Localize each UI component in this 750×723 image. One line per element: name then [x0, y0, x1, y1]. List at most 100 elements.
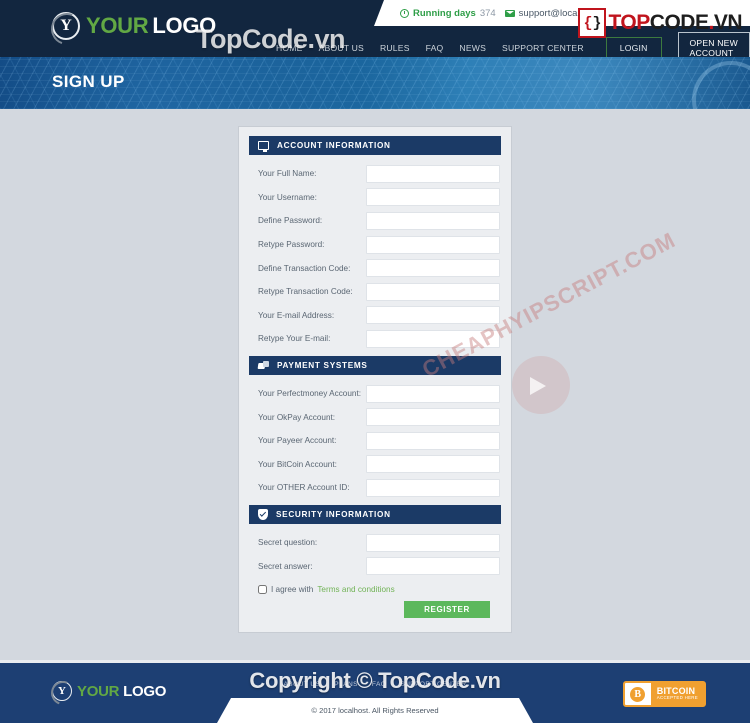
- footer-logo-text-logo: LOGO: [123, 682, 167, 700]
- field-label-define-password: Define Password:: [258, 216, 323, 226]
- login-button[interactable]: LOGIN: [605, 37, 662, 59]
- field-row: Define Password:: [249, 209, 501, 233]
- email-address-input[interactable]: [366, 306, 500, 325]
- full-name-input[interactable]: [366, 164, 500, 183]
- page-title: SIGN UP: [52, 72, 125, 91]
- footer-logo[interactable]: Y YOUR LOGO: [52, 681, 166, 701]
- okpay-account-input[interactable]: [366, 408, 500, 427]
- footer-nav-item-faq[interactable]: FAQ: [372, 681, 386, 688]
- bitcoin-badge-line2: ACCEPTED HERE: [656, 695, 698, 701]
- section-header-security-information: SECURITY INFORMATION: [249, 504, 501, 524]
- running-days-label: Running days: [413, 7, 476, 19]
- nav-item-news[interactable]: NEWS: [459, 43, 486, 53]
- retype-password-input[interactable]: [366, 235, 500, 254]
- field-label-retype-transaction-code: Retype Transaction Code:: [258, 287, 353, 297]
- field-label-username: Your Username:: [258, 192, 317, 202]
- site-header: Running days 374 support@localhost Y YOU…: [0, 0, 750, 64]
- nav-item-rules[interactable]: RULES: [380, 43, 410, 53]
- nav-item-home[interactable]: HOME: [276, 43, 303, 53]
- register-button-wrap: REGISTER: [249, 600, 501, 618]
- field-label-secret-question: Secret question:: [258, 538, 318, 548]
- field-group-security-information: Secret question: Secret answer:: [249, 524, 501, 583]
- bitcoin-coin-icon: B: [624, 683, 651, 705]
- field-label-other-account: Your OTHER Account ID:: [258, 483, 350, 493]
- payeer-account-input[interactable]: [366, 431, 500, 450]
- nav-item-support-center[interactable]: SUPPORT CENTER: [502, 43, 584, 53]
- footer-nav-item-plans[interactable]: PLANS: [334, 681, 358, 688]
- site-footer: Y YOUR LOGO ABOUT US PLANS FAQ SUPPORT CE…: [0, 660, 750, 723]
- running-days-value: 374: [479, 7, 496, 19]
- logo-text-logo: LOGO: [152, 13, 216, 38]
- secret-answer-input[interactable]: [366, 557, 500, 576]
- section-header-payment-systems: PAYMENT SYSTEMS: [249, 355, 501, 375]
- field-row: Your Full Name:: [249, 162, 501, 186]
- perfectmoney-account-input[interactable]: [366, 384, 500, 403]
- footer-nav: ABOUT US PLANS FAQ SUPPORT CENTER: [284, 681, 467, 688]
- field-row: Secret question:: [249, 531, 501, 555]
- bitcoin-badge-text: BITCOIN ACCEPTED HERE: [651, 686, 704, 701]
- username-input[interactable]: [366, 188, 500, 207]
- logo-mark-letter: Y: [60, 17, 72, 34]
- field-row: Your Username:: [249, 186, 501, 210]
- define-password-input[interactable]: [366, 211, 500, 230]
- logo-text-your: YOUR: [86, 13, 149, 38]
- register-button[interactable]: REGISTER: [404, 600, 490, 618]
- footer-nav-item-about-us[interactable]: ABOUT US: [284, 681, 321, 688]
- footer-logo-text: YOUR LOGO: [77, 683, 166, 700]
- footer-nav-item-support-center[interactable]: SUPPORT CENTER: [400, 681, 466, 688]
- topcode-wordmark: TOPCODE.VN: [608, 11, 742, 35]
- section-header-account-information: ACCOUNT INFORMATION: [249, 136, 501, 155]
- terms-agree-label: I agree with: [271, 584, 314, 594]
- site-logo[interactable]: Y YOUR LOGO: [52, 12, 216, 40]
- field-label-okpay: Your OkPay Account:: [258, 412, 336, 422]
- field-label-secret-answer: Secret answer:: [258, 561, 313, 571]
- topcode-word-vn: VN: [713, 11, 743, 34]
- nav-item-about-us[interactable]: ABOUT US: [319, 43, 364, 53]
- logo-text: YOUR LOGO: [86, 13, 216, 39]
- cards-icon: [258, 360, 269, 370]
- bitcoin-accepted-badge: B BITCOIN ACCEPTED HERE: [622, 681, 706, 707]
- secret-question-input[interactable]: [366, 533, 500, 552]
- monitor-icon: [258, 141, 269, 152]
- signup-page: Running days 374 support@localhost Y YOU…: [0, 0, 750, 723]
- field-row: Your Perfectmoney Account:: [249, 382, 501, 406]
- signup-form-panel: ACCOUNT INFORMATION Your Full Name: Your…: [238, 126, 512, 633]
- shield-icon: [258, 508, 268, 520]
- bitcoin-symbol: B: [630, 686, 646, 702]
- footer-copyright-notch: © 2017 localhost. All Rights Reserved: [217, 698, 533, 723]
- section-title-payment-systems: PAYMENT SYSTEMS: [277, 360, 368, 370]
- field-label-retype-password: Retype Password:: [258, 240, 325, 250]
- bitcoin-account-input[interactable]: [366, 455, 500, 474]
- field-row: Your Payeer Account:: [249, 429, 501, 453]
- mail-icon: [504, 9, 515, 17]
- terms-and-conditions-link[interactable]: Terms and conditions: [317, 585, 394, 594]
- section-title-security-information: SECURITY INFORMATION: [276, 509, 391, 519]
- field-label-payeer: Your Payeer Account:: [258, 436, 337, 446]
- topcode-brace-left: {: [583, 14, 593, 32]
- retype-transaction-code-input[interactable]: [366, 282, 500, 301]
- retype-email-input[interactable]: [366, 329, 500, 348]
- topcode-word-top: TOP: [608, 11, 650, 34]
- logo-circle-icon: Y: [52, 12, 80, 40]
- field-row: Your E-mail Address:: [249, 304, 501, 328]
- field-row: Your OTHER Account ID:: [249, 476, 501, 500]
- field-label-retype-email: Retype Your E-mail:: [258, 334, 331, 344]
- page-banner: SIGN UP: [0, 57, 750, 109]
- terms-agree-checkbox[interactable]: [258, 584, 267, 594]
- footer-logo-mark-letter: Y: [58, 684, 66, 697]
- footer-logo-circle-icon: Y: [52, 681, 72, 701]
- topcode-brace-icon: {}: [578, 8, 607, 38]
- topcode-brace-right: }: [592, 14, 602, 32]
- field-row: Retype Password:: [249, 233, 501, 257]
- running-days-group: Running days 374: [400, 8, 496, 19]
- nav-item-faq[interactable]: FAQ: [426, 43, 444, 53]
- clock-icon: [400, 8, 409, 18]
- field-label-full-name: Your Full Name:: [258, 169, 317, 179]
- terms-agreement-row: I agree with Terms and conditions: [249, 584, 501, 594]
- copyright-text: © 2017 localhost. All Rights Reserved: [311, 706, 439, 715]
- other-account-id-input[interactable]: [366, 478, 500, 497]
- define-transaction-code-input[interactable]: [366, 259, 500, 278]
- field-label-bitcoin: Your BitCoin Account:: [258, 459, 337, 469]
- footer-logo-text-your: YOUR: [77, 682, 120, 700]
- field-label-define-transaction-code: Define Transaction Code:: [258, 263, 351, 273]
